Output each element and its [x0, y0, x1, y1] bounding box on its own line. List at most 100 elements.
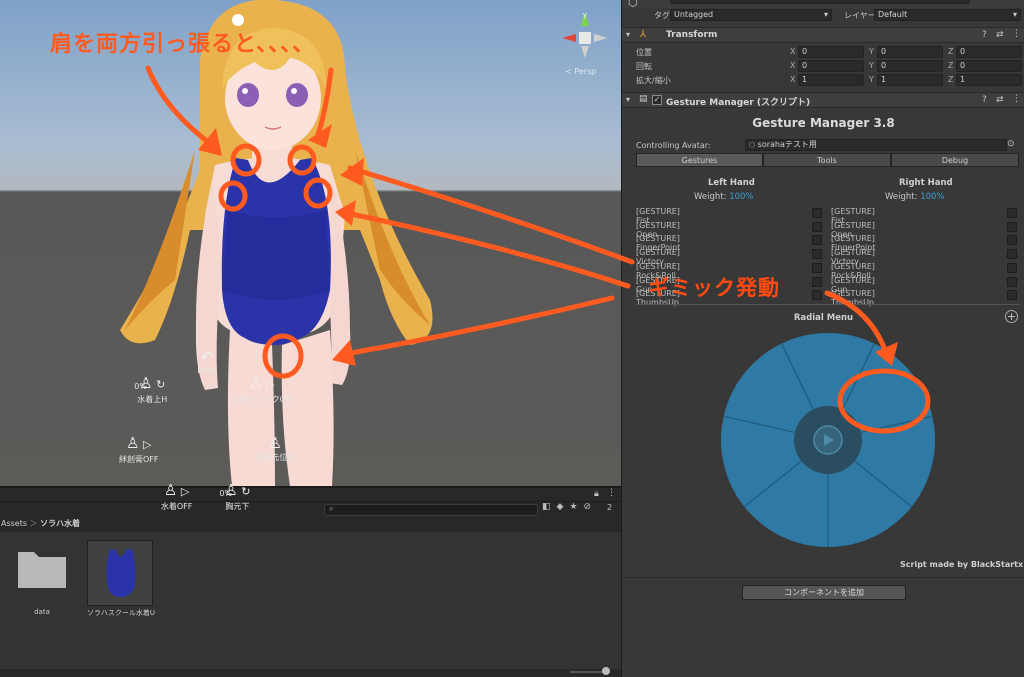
- lock-icon[interactable]: 🔒︎: [594, 489, 599, 499]
- right-gesture-checkbox[interactable]: [1007, 262, 1017, 273]
- person-play-icon: ♙ ▷: [249, 374, 275, 393]
- rotation-z-field[interactable]: 0: [956, 60, 1022, 72]
- controlling-avatar-value: sorahaテスト用: [757, 140, 817, 149]
- person-play-icon: ♙ ▷: [163, 481, 190, 500]
- rotation-y-field[interactable]: 0: [877, 60, 943, 72]
- left-weight: Weight: 100%: [694, 192, 754, 202]
- scene-view[interactable]: y ≺ Persp 肩を両方引っ張ると、、、、: [0, 0, 621, 486]
- scale-z-field[interactable]: 1: [956, 74, 1022, 86]
- gesture-manager-header[interactable]: ▾ ▤ ✓ Gesture Manager (スクリプト) ? ⇄ ⋮: [622, 92, 1024, 108]
- right-gesture-checkbox[interactable]: [1007, 208, 1017, 218]
- position-x-field[interactable]: 0: [798, 46, 864, 58]
- radial-item-percent: 0%: [134, 382, 147, 392]
- breadcrumb-folder[interactable]: ソラハ水着: [40, 519, 80, 528]
- breadcrumb-assets[interactable]: Assets: [1, 519, 27, 528]
- controlling-avatar-field[interactable]: ⬡ sorahaテスト用: [745, 139, 1007, 151]
- help-icon[interactable]: ?: [982, 30, 987, 40]
- radial-item-label: 水着OFF: [160, 502, 193, 512]
- asset-label-data[interactable]: data: [9, 608, 75, 616]
- presets-icon[interactable]: ⇄: [996, 95, 1004, 105]
- help-icon[interactable]: ?: [982, 95, 987, 105]
- inspector-panel: ⬡ タグ Untagged ▾ レイヤー Default ▾ ▾ ⅄ Trans…: [119, 0, 1024, 677]
- tag-dropdown[interactable]: Untagged ▾: [670, 9, 832, 21]
- left-gesture-checkbox[interactable]: [812, 262, 822, 273]
- gameobject-name-field[interactable]: [670, 0, 970, 4]
- favorite-star-icon[interactable]: ★: [569, 502, 583, 512]
- left-gesture-checkbox[interactable]: [812, 235, 822, 246]
- position-z-field[interactable]: 0: [956, 46, 1022, 58]
- add-component-button[interactable]: コンポーネントを追加: [742, 585, 906, 600]
- left-gesture-checkbox[interactable]: [812, 276, 822, 287]
- radial-item-5[interactable]: ♙ ▷ 絆創膏OFF: [99, 434, 179, 465]
- icon-size-slider-handle[interactable]: [602, 667, 610, 675]
- search-icon: ⌕: [329, 504, 334, 513]
- perspective-label[interactable]: ≺ Persp: [565, 67, 596, 76]
- hidden-count: 2: [607, 503, 613, 512]
- right-weight-value: 100%: [920, 192, 945, 202]
- tab-tools[interactable]: Tools: [763, 153, 891, 167]
- divider: [636, 304, 1020, 305]
- position-y-field[interactable]: 0: [877, 46, 943, 58]
- right-gesture-checkbox[interactable]: [1007, 276, 1017, 287]
- scale-label: 拡大/縮小: [636, 76, 671, 85]
- scene-gizmo[interactable]: y: [560, 8, 610, 68]
- object-picker-icon[interactable]: ⊙: [1007, 139, 1015, 149]
- foldout-arrow-icon[interactable]: ▾: [626, 30, 630, 39]
- chevron-down-icon: ▾: [823, 10, 828, 19]
- folder-icon[interactable]: [16, 546, 68, 590]
- hidden-packages-icon[interactable]: ⊘: [584, 502, 598, 512]
- left-gesture-checkbox[interactable]: [812, 221, 822, 232]
- left-weight-value: 100%: [729, 192, 754, 202]
- right-gesture-checkbox[interactable]: [1007, 290, 1017, 301]
- chevron-down-icon: ▾: [1012, 10, 1017, 19]
- project-search-input[interactable]: ⌕: [324, 504, 538, 516]
- gameobject-icon: ⬡: [628, 0, 638, 9]
- more-options-icon[interactable]: ⋮: [1012, 29, 1021, 39]
- presets-icon[interactable]: ⇄: [996, 30, 1004, 40]
- swimsuit-thumbnail[interactable]: [87, 540, 153, 606]
- scale-x-field[interactable]: 1: [798, 74, 864, 86]
- left-gesture-checkbox[interactable]: [812, 249, 822, 260]
- tab-gestures[interactable]: Gestures: [636, 153, 763, 167]
- gesture-manager-header-title: Gesture Manager (スクリプト): [666, 98, 811, 108]
- layer-value: Default: [878, 10, 908, 19]
- radial-item-2[interactable]: ♙ 水着元位置: [235, 434, 315, 463]
- radial-menu-wheel[interactable]: [719, 331, 937, 549]
- radial-item-0[interactable]: ↶ Back: [167, 348, 247, 375]
- right-gesture-checkbox[interactable]: [1007, 249, 1017, 260]
- right-gesture-checkbox[interactable]: [1007, 235, 1017, 246]
- left-gesture-checkbox[interactable]: [812, 290, 822, 301]
- more-options-icon[interactable]: ⋮: [1012, 94, 1021, 104]
- label-icon[interactable]: ◆: [557, 502, 570, 512]
- radial-item-6[interactable]: ♙ ↻ 0% 水着上H: [112, 374, 192, 405]
- add-circle-icon[interactable]: +: [1005, 310, 1018, 323]
- transform-icon: ⅄: [640, 29, 647, 40]
- left-gesture-checkbox[interactable]: [812, 208, 822, 218]
- tab-debug[interactable]: Debug: [891, 153, 1019, 167]
- transform-header[interactable]: ▾ ⅄ Transform ? ⇄ ⋮: [622, 27, 1024, 43]
- scale-y-field[interactable]: 1: [877, 74, 943, 86]
- project-panel: 🔒︎ ⋮ ⌕ ◧◆★⊘ 2 Assets ＞ ソラハ水着 data ソラハスクー…: [0, 486, 621, 677]
- layer-dropdown[interactable]: Default ▾: [874, 9, 1021, 21]
- left-hand-title: Left Hand: [708, 178, 755, 188]
- rotation-label: 回転: [636, 62, 652, 71]
- right-gesture-checkbox[interactable]: [1007, 221, 1017, 232]
- radial-item-1[interactable]: ♙ ▷ 水着ギミックON: [222, 374, 302, 405]
- more-options-icon[interactable]: ⋮: [607, 488, 616, 498]
- back-arrow-icon: ↶: [200, 348, 214, 366]
- tag-value: Untagged: [674, 10, 714, 19]
- component-enabled-checkbox[interactable]: ✓: [652, 95, 662, 105]
- asset-label-swimsuit[interactable]: ソラハスクール水着U: [86, 608, 156, 618]
- layer-label: レイヤー: [844, 11, 876, 20]
- project-assets-grid: data ソラハスクール水着U: [0, 532, 621, 675]
- transform-row-rotation: 回転 X 0 Y 0 Z 0: [622, 60, 1024, 74]
- right-weight-label: Weight:: [885, 192, 918, 202]
- radial-item-label: 絆創膏OFF: [119, 454, 159, 464]
- radial-item-4[interactable]: ♙ ▷ 水着OFF: [137, 481, 217, 512]
- position-label: 位置: [636, 48, 652, 57]
- filter-type-icon[interactable]: ◧: [542, 502, 557, 512]
- rotation-x-field[interactable]: 0: [798, 60, 864, 72]
- project-toolbar: 🔒︎ ⋮: [0, 488, 621, 502]
- avatar-figure: [120, 0, 433, 486]
- foldout-arrow-icon[interactable]: ▾: [626, 95, 630, 104]
